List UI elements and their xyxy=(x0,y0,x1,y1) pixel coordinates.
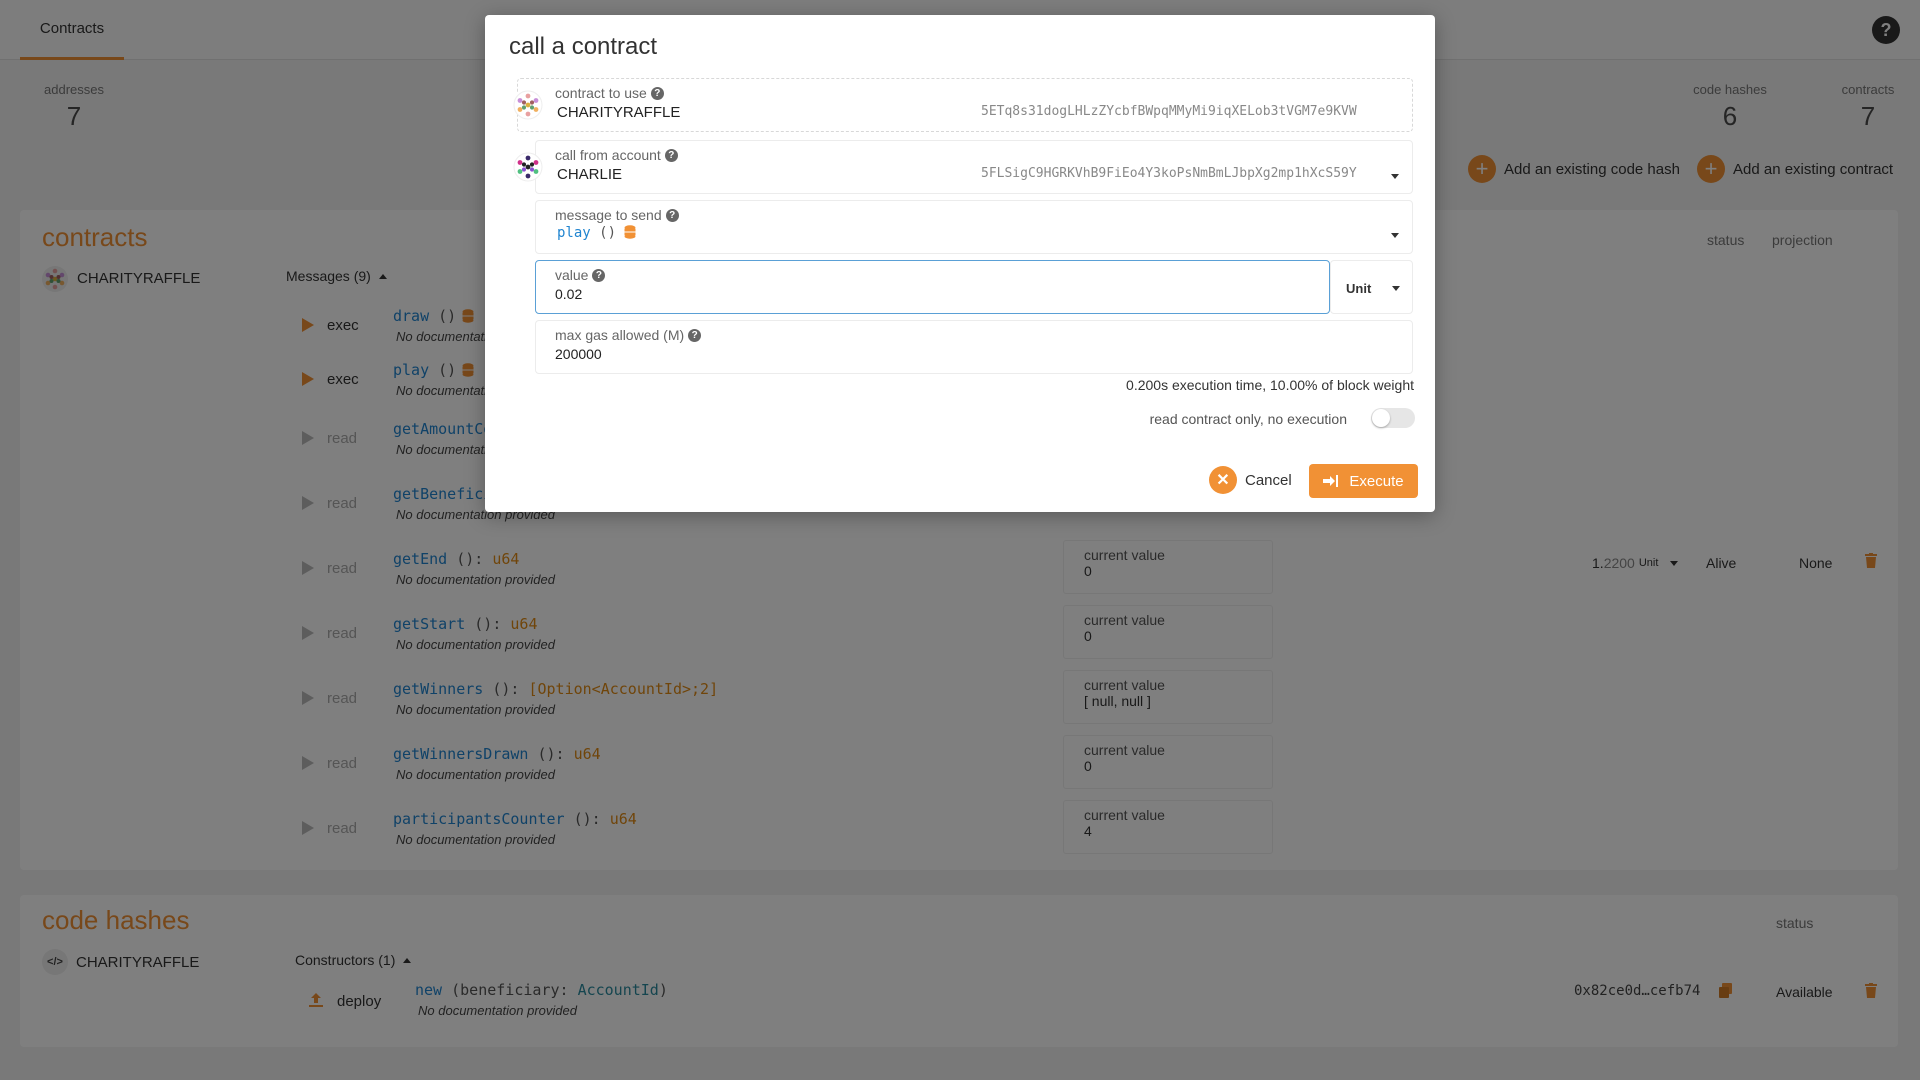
execute-button[interactable]: Execute xyxy=(1309,464,1418,498)
contract-to-use-field: contract to use? CHARITYRAFFLE 5ETq8s31d… xyxy=(513,78,1413,132)
value-label-text: value xyxy=(555,267,589,283)
chevron-down-icon xyxy=(1391,174,1399,179)
unit-label: Unit xyxy=(1346,281,1372,296)
call-from-account-text: call from account xyxy=(555,147,661,163)
call-from-account-label: call from account? xyxy=(555,147,678,163)
chevron-down-icon xyxy=(1392,286,1400,291)
contract-to-use-text: contract to use xyxy=(555,85,647,101)
contract-to-use-label: contract to use? xyxy=(555,85,664,101)
cancel-label: Cancel xyxy=(1245,471,1292,489)
message-to-send-text: message to send xyxy=(555,207,662,223)
message-signature: play () xyxy=(557,225,636,241)
value-input[interactable]: value? 0.02 xyxy=(535,260,1330,314)
message-params: () xyxy=(590,225,617,241)
sign-in-icon xyxy=(1323,475,1339,487)
help-icon[interactable]: ? xyxy=(650,86,664,100)
toggle-knob xyxy=(1372,409,1390,427)
help-icon[interactable]: ? xyxy=(665,208,679,222)
help-icon[interactable]: ? xyxy=(664,148,678,162)
cancel-button[interactable]: ✕ Cancel xyxy=(1209,466,1292,494)
call-from-account-dropdown[interactable]: call from account? CHARLIE 5FLSigC9HGRKV… xyxy=(513,140,1413,194)
read-only-label: read contract only, no execution xyxy=(1149,411,1347,427)
max-gas-value: 200000 xyxy=(555,346,602,362)
message-name: play xyxy=(557,225,591,241)
value-field-value: 0.02 xyxy=(555,286,583,302)
unit-dropdown[interactable]: Unit xyxy=(1330,260,1413,314)
database-icon xyxy=(624,225,636,239)
execute-label: Execute xyxy=(1349,472,1404,490)
account-identicon xyxy=(513,152,543,182)
call-contract-modal: call a contract contract to use? CHARITY… xyxy=(485,15,1435,512)
read-only-toggle[interactable] xyxy=(1371,408,1415,428)
value-label: value? xyxy=(555,267,606,283)
modal-title: call a contract xyxy=(509,33,658,60)
max-gas-label: max gas allowed (M)? xyxy=(555,327,702,343)
help-icon[interactable]: ? xyxy=(688,328,702,342)
contract-name-value: CHARITYRAFFLE xyxy=(557,104,681,121)
max-gas-input[interactable]: max gas allowed (M)? 200000 xyxy=(535,320,1413,374)
account-name-value: CHARLIE xyxy=(557,166,623,183)
close-icon: ✕ xyxy=(1209,466,1237,494)
gas-info-text: 0.200s execution time, 10.00% of block w… xyxy=(1126,377,1414,393)
max-gas-label-text: max gas allowed (M) xyxy=(555,327,685,343)
contract-identicon xyxy=(513,90,543,120)
chevron-down-icon xyxy=(1391,233,1399,238)
message-to-send-dropdown[interactable]: message to send? play () xyxy=(535,200,1413,254)
account-address: 5FLSigC9HGRKVhB9FiEo4Y3koPsNmBmLJbpXg2mp… xyxy=(981,166,1357,181)
contract-address: 5ETq8s31dogLHLzZYcbfBWpqMMyMi9iqXELob3tV… xyxy=(981,104,1357,119)
message-to-send-label: message to send? xyxy=(555,207,679,223)
help-icon[interactable]: ? xyxy=(592,268,606,282)
